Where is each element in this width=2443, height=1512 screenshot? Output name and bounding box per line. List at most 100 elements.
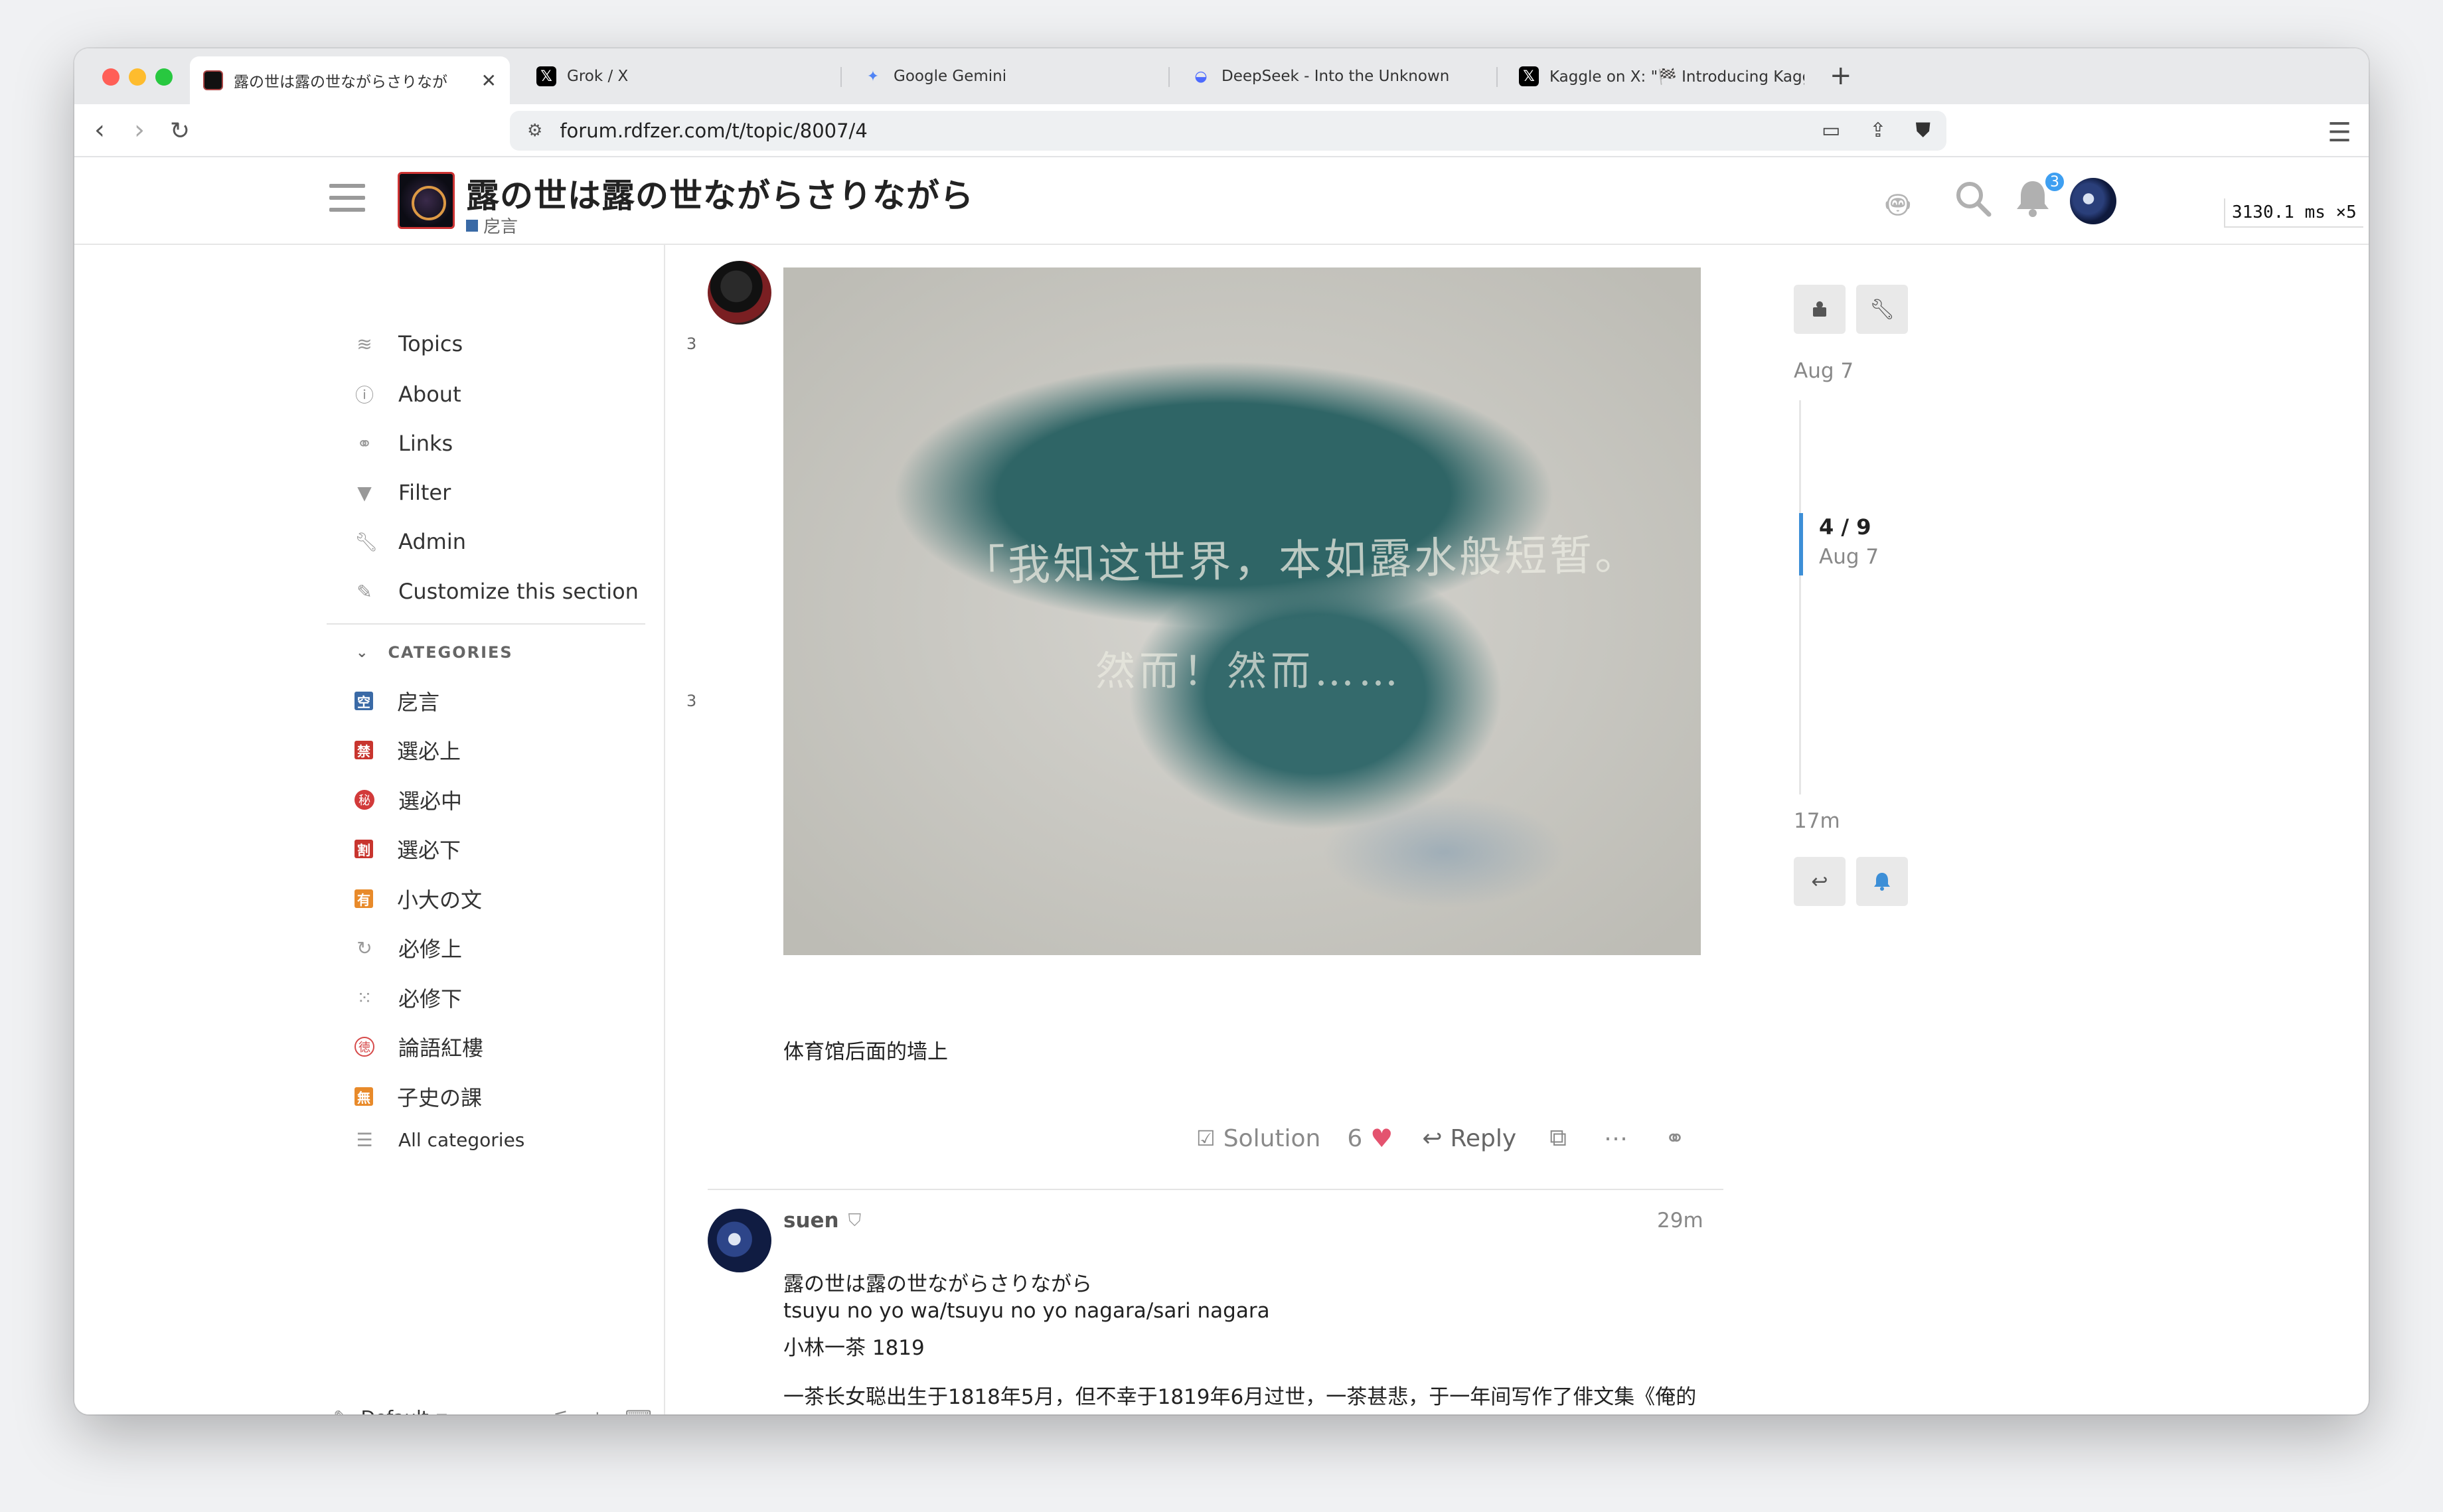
tab-separator (1168, 67, 1170, 87)
post-text-line: tsuyu no yo wa/tsuyu no yo nagara/sari n… (783, 1299, 1270, 1323)
sidebar-category-9[interactable]: 無 子史の課 (355, 1081, 700, 1112)
moderator-shield-icon: ⛉ (848, 1210, 862, 1231)
ai-bot-icon[interactable]: 🤖︎ (1887, 180, 1909, 232)
avatar[interactable] (708, 1209, 771, 1272)
sidebar-item-about[interactable]: ⓘ About (355, 381, 700, 408)
address-bar[interactable]: ⚙ forum.rdfzer.com/t/topic/8007/4 ▭ ⇪ ⛊ (510, 111, 1946, 151)
search-icon[interactable] (1953, 179, 1993, 228)
reply-button[interactable]: ↩ Reply (1422, 1125, 1516, 1152)
sidebar-item-label: 小大の文 (397, 887, 483, 913)
layers-icon: ≋ (356, 333, 372, 355)
interface-mode-dropdown[interactable]: Default (360, 1406, 428, 1414)
tab-label: 露の世は露の世ながらさりなが (234, 74, 447, 91)
sidebar-category-5[interactable]: 有 小大の文 (355, 883, 700, 914)
heart-icon: ♥ (1370, 1124, 1393, 1153)
username[interactable]: suen (783, 1209, 839, 1233)
tab-forum[interactable]: 露の世は露の世ながらさりなが ✕ (190, 56, 510, 104)
cast-icon[interactable]: ▭ (1822, 119, 1840, 142)
tab-grok[interactable]: 𝕏 Grok / X (523, 56, 835, 96)
keyboard-icon[interactable]: ⌨ (625, 1406, 652, 1414)
sidebar-item-admin[interactable]: 🔧︎ Admin (355, 529, 700, 554)
reply-arrow-icon[interactable]: ↩ (1794, 857, 1846, 906)
sidebar-item-label: Admin (398, 529, 466, 554)
post-date[interactable]: 29m (1657, 1209, 1703, 1233)
solution-label: Solution (1223, 1124, 1321, 1152)
sidebar-category-3[interactable]: 秘 選必中 (355, 785, 700, 815)
tab-kaggle[interactable]: 𝕏 Kaggle on X: "🏁 Introducing Kaggl (1506, 56, 1818, 96)
sliders-icon[interactable]: ⚟ (553, 1406, 570, 1414)
sidebar-divider (327, 623, 645, 625)
pencil-icon: ✎ (356, 580, 372, 603)
sidebar-category-6[interactable]: ↻ 必修上 (355, 933, 700, 963)
notification-level-bell-icon[interactable] (1856, 857, 1908, 906)
wrench-icon[interactable]: 🔧︎ (1856, 285, 1908, 334)
chevron-down-icon[interactable]: ▼ (437, 1410, 447, 1415)
sidebar-category-1[interactable]: 空 戹言 3 (355, 686, 700, 716)
like-count: 6 (1347, 1124, 1363, 1152)
link-icon[interactable]: ⚭ (1665, 1125, 1685, 1152)
notification-count-badge[interactable]: 3 (2043, 171, 2066, 193)
page-title[interactable]: 露の世は露の世ながらさりながら (466, 169, 974, 217)
reload-icon[interactable]: ↻ (170, 117, 190, 145)
category-badge-icon: 有 (355, 889, 373, 908)
site-logo[interactable] (398, 172, 455, 229)
timeline-scrollbar[interactable] (1799, 400, 1801, 794)
avatar[interactable] (708, 261, 771, 325)
sidebar-all-categories[interactable]: ☰ All categories (355, 1129, 700, 1151)
category-badge-icon: 割 (355, 840, 373, 858)
x-logo-icon: 𝕏 (1519, 66, 1539, 86)
sidebar-item-label: 必修下 (398, 986, 463, 1012)
category-badge-icon: 徳 (355, 1037, 374, 1057)
tab-deepseek[interactable]: ◒ DeepSeek - Into the Unknown (1178, 56, 1490, 96)
plus-icon[interactable]: + (590, 1406, 605, 1414)
gemini-sparkle-icon: ✦ (866, 68, 880, 85)
timeline-end-age[interactable]: 17m (1794, 809, 1840, 833)
sidebar-item-topics[interactable]: ≋ Topics 3 (355, 331, 700, 356)
close-tab-icon[interactable]: ✕ (481, 70, 497, 92)
tab-gemini[interactable]: ✦ Google Gemini (850, 56, 1162, 96)
sidebar-category-2[interactable]: 禁 選必上 (355, 735, 700, 765)
new-tab-button[interactable]: + (1830, 60, 1852, 91)
timeline-start-date[interactable]: Aug 7 (1794, 359, 1853, 383)
post-paragraph: 一茶长女聪出生于1818年5月，但不幸于1819年6月过世，一茶甚悲，于一年间写… (783, 1385, 1697, 1409)
sidebar-item-customize[interactable]: ✎ Customize this section (355, 579, 700, 604)
sidebar-category-7[interactable]: ⁙ 必修下 (355, 982, 700, 1013)
sidebar-footer: ✎ Default ▼ ⚟ + ⌨ (333, 1406, 652, 1414)
more-options-icon[interactable]: ⋯ (1604, 1125, 1628, 1152)
category-badge-icon: 無 (355, 1087, 373, 1106)
zoom-window-button[interactable] (155, 68, 173, 86)
post-author[interactable]: suen ⛉ (783, 1209, 861, 1233)
tab-separator (840, 67, 842, 87)
sidebar-item-label: 選必中 (398, 789, 463, 814)
forward-arrow-icon[interactable]: › (134, 115, 145, 145)
category-badge-icon: 空 (355, 692, 373, 710)
minimize-window-button[interactable] (129, 68, 146, 86)
close-window-button[interactable] (102, 68, 119, 86)
brave-shield-icon[interactable]: ⛊ (1916, 119, 1931, 142)
sidebar-item-links[interactable]: ⚭ Links (355, 431, 700, 456)
topic-admin-menu-icon[interactable] (1794, 285, 1846, 334)
sidebar-item-count: 3 (686, 692, 697, 710)
like-button[interactable]: 6 ♥ (1347, 1124, 1393, 1153)
copy-icon[interactable]: ⧉ (1549, 1124, 1567, 1152)
wrench-icon: 🔧︎ (355, 530, 378, 553)
browser-menu-icon[interactable]: ☰ (2327, 117, 2351, 148)
sidebar-category-8[interactable]: 徳 論語紅樓 (355, 1031, 700, 1062)
categories-section-header[interactable]: ⌄ CATEGORIES (356, 643, 513, 662)
back-arrow-icon[interactable]: ‹ (94, 115, 105, 145)
url-text[interactable]: forum.rdfzer.com/t/topic/8007/4 (560, 119, 867, 142)
timeline-handle[interactable] (1799, 513, 1803, 575)
x-logo-icon: 𝕏 (536, 66, 556, 86)
avatar[interactable] (2070, 178, 2116, 224)
profiler-timing[interactable]: 3130.1 ms ×5 (2224, 198, 2363, 228)
solution-button[interactable]: ☑ Solution (1196, 1125, 1320, 1152)
site-settings-icon[interactable]: ⚙ (527, 121, 542, 141)
sidebar-item-filter[interactable]: ▼ Filter (355, 480, 700, 505)
share-icon[interactable]: ⇪ (1869, 119, 1886, 142)
browser-window: 露の世は露の世ながらさりなが ✕ 𝕏 Grok / X ✦ Google Gem… (74, 48, 2369, 1414)
sidebar-item-label: 選必上 (397, 739, 461, 764)
post-image[interactable]: 「我知这世界，本如露水般短暂。 然而！然而…… (783, 267, 1701, 955)
sidebar-category-4[interactable]: 割 選必下 (355, 834, 700, 864)
hamburger-menu-icon[interactable] (329, 184, 365, 220)
topic-category-badge[interactable]: 戹言 (466, 213, 518, 238)
